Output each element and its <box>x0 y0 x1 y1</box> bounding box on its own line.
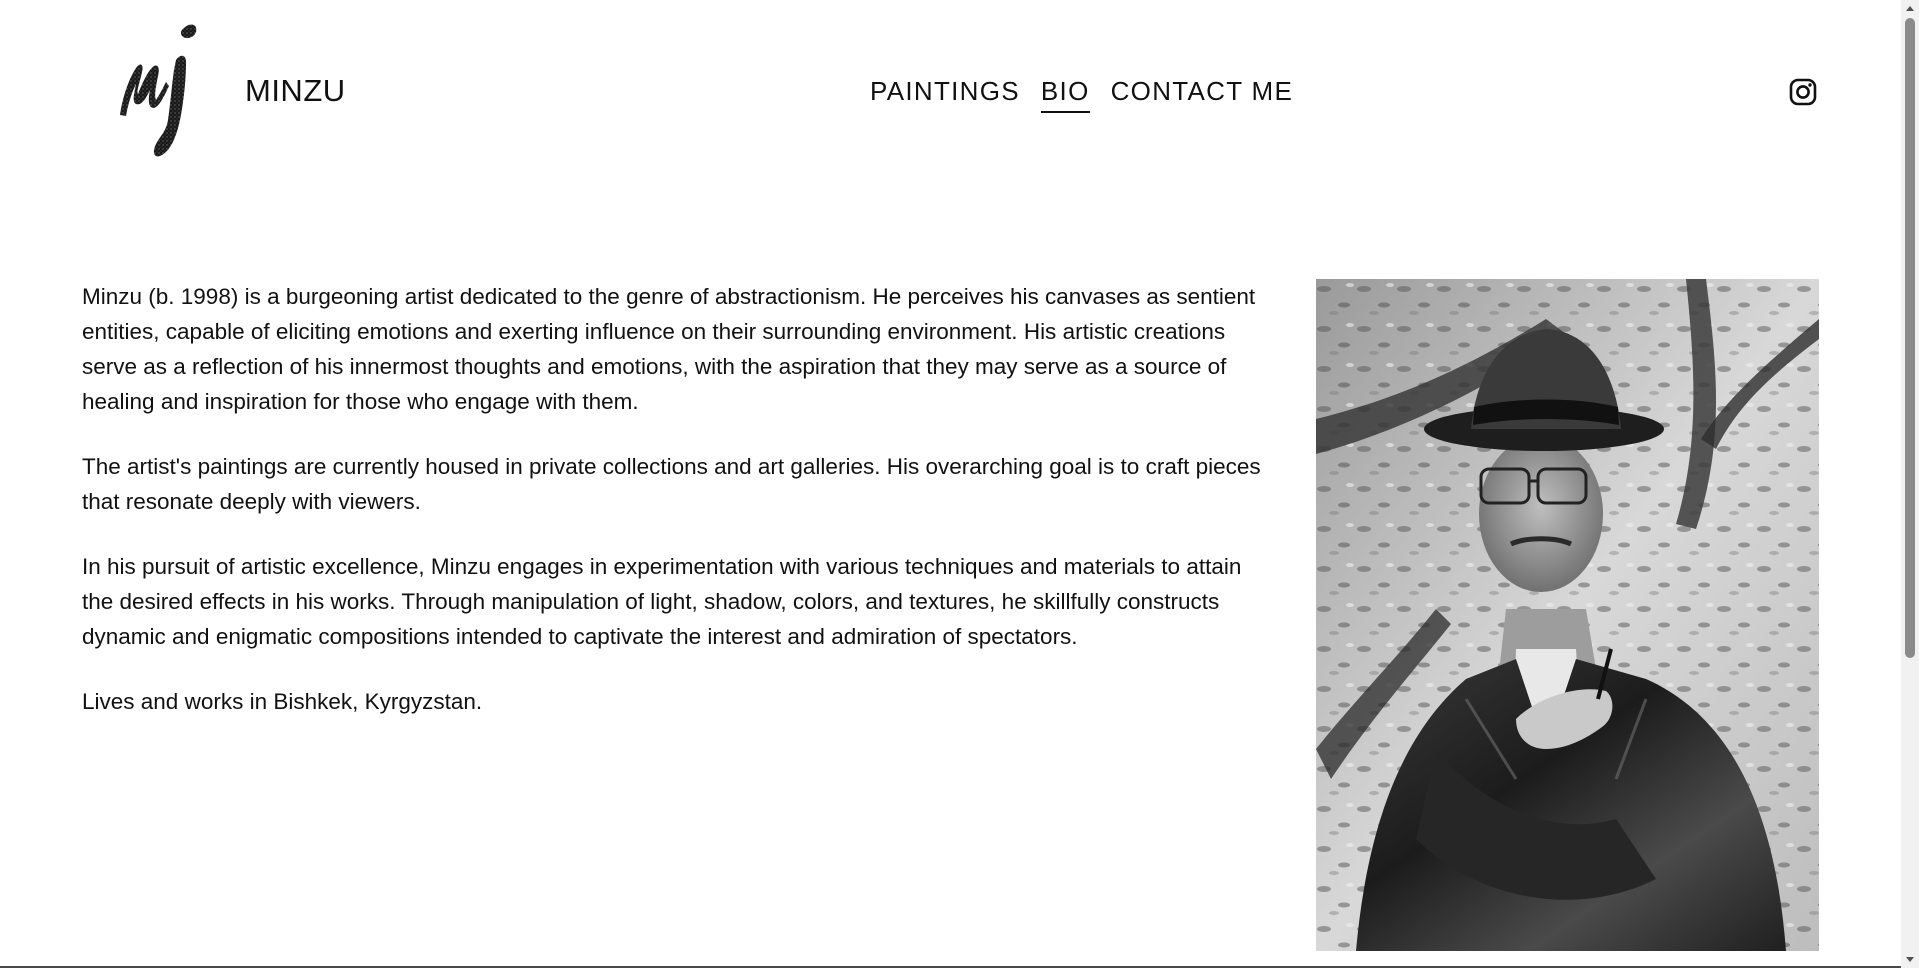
mj-brush-logo-icon[interactable] <box>114 20 212 165</box>
bio-paragraph: The artist's paintings are currently hou… <box>82 454 1261 514</box>
scrollbar-thumb[interactable] <box>1905 18 1915 658</box>
nav-paintings[interactable]: PAINTINGS <box>870 71 1020 111</box>
page: MINZU PAINTINGS BIO CONTACT ME Minzu (b.… <box>0 0 1901 968</box>
main-nav: PAINTINGS BIO CONTACT ME <box>870 71 1314 113</box>
nav-bio[interactable]: BIO <box>1040 71 1090 113</box>
bio-location: Lives and works in Bishkek, Kyrgyzstan. <box>82 689 483 714</box>
site-title[interactable]: MINZU <box>245 71 346 111</box>
bio-paragraph: In his pursuit of artistic excellence, M… <box>82 554 1242 649</box>
artist-portrait-photo <box>1316 279 1819 951</box>
scroll-down-arrow-icon[interactable] <box>1901 951 1919 968</box>
bio-paragraph: Minzu (b. 1998) is a burgeoning artist d… <box>82 284 1256 414</box>
bio-text: Minzu (b. 1998) is a burgeoning artist d… <box>82 279 1262 749</box>
nav-contact-me[interactable]: CONTACT ME <box>1111 71 1293 111</box>
vertical-scrollbar[interactable] <box>1901 0 1919 968</box>
scroll-up-arrow-icon[interactable] <box>1901 0 1919 17</box>
instagram-icon[interactable] <box>1789 78 1817 106</box>
